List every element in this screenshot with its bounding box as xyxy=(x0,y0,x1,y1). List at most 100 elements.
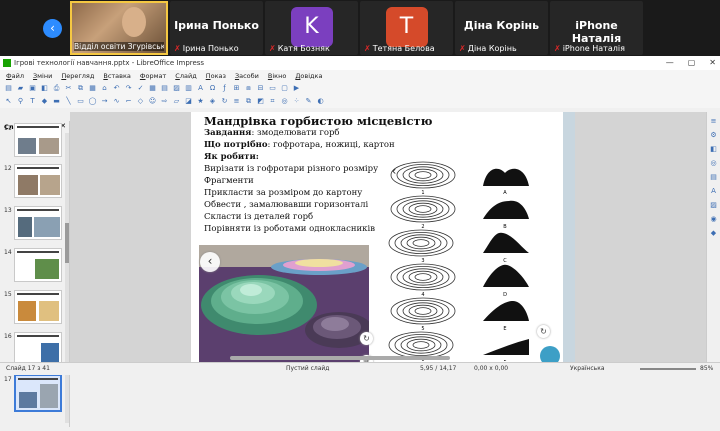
rotate-tool-icon[interactable]: ↻ xyxy=(537,325,550,338)
participant-tile[interactable]: Ірина Понько ✗ Ірина Понько xyxy=(170,1,263,55)
zoom-icon[interactable]: ⚲ xyxy=(16,97,25,106)
new-slide-icon[interactable]: ⊞ xyxy=(232,84,241,93)
zoom-level[interactable]: 85% xyxy=(700,363,713,375)
crop-icon[interactable]: ⌗ xyxy=(268,97,277,106)
menu-item[interactable]: Файл xyxy=(6,70,24,82)
participant-tile[interactable]: T ✗ Тетяна Белова xyxy=(360,1,453,55)
symbol-shapes-icon[interactable]: ☺ xyxy=(148,97,157,106)
menu-item[interactable]: Вікно xyxy=(268,70,286,82)
slide-thumbnail[interactable] xyxy=(14,123,62,157)
save-icon[interactable]: ▣ xyxy=(28,84,37,93)
styles-icon[interactable]: A xyxy=(709,187,718,196)
step-item[interactable]: Вирізати із гофротари різного розміру xyxy=(204,164,378,174)
flowchart-icon[interactable]: ▱ xyxy=(172,97,181,106)
image-icon[interactable]: ▨ xyxy=(172,84,181,93)
redo-icon[interactable]: ↷ xyxy=(124,84,133,93)
text-icon[interactable]: T xyxy=(28,97,37,106)
cut-icon[interactable]: ✂ xyxy=(64,84,73,93)
copy-icon[interactable]: ⧉ xyxy=(76,84,85,93)
spellcheck-icon[interactable]: ✓ xyxy=(136,84,145,93)
points-icon[interactable]: ⁘ xyxy=(292,97,301,106)
slide-thumbnail[interactable] xyxy=(14,290,62,324)
shadow-icon[interactable]: ◩ xyxy=(256,97,265,106)
step-item[interactable]: Обвести , замалювавши горизонталі xyxy=(204,200,368,210)
fill-color-icon[interactable]: ◆ xyxy=(40,97,49,106)
maximize-icon[interactable]: ▢ xyxy=(688,56,696,70)
diagram-prev-arrow[interactable]: ‹ xyxy=(384,162,404,182)
table-icon[interactable]: ▤ xyxy=(160,84,169,93)
language-indicator[interactable]: Українська xyxy=(570,363,605,375)
delete-slide-icon[interactable]: ⊟ xyxy=(256,84,265,93)
curve-icon[interactable]: ∿ xyxy=(112,97,121,106)
stars-icon[interactable]: ★ xyxy=(196,97,205,106)
rectangle-icon[interactable]: ▭ xyxy=(76,97,85,106)
grid-icon[interactable]: ▦ xyxy=(148,84,157,93)
print-icon[interactable]: ⎙ xyxy=(52,84,61,93)
glue-icon[interactable]: ✎ xyxy=(304,97,313,106)
slide-thumbnail[interactable] xyxy=(14,332,62,366)
open-folder-icon[interactable]: ▰ xyxy=(16,84,25,93)
panel-scrollbar[interactable] xyxy=(65,133,69,423)
slide-layout-icon[interactable]: ▭ xyxy=(268,84,277,93)
slide-thumbnail[interactable] xyxy=(14,248,62,282)
slide[interactable]: Мандрівка горбистою місцевістю Завдання:… xyxy=(191,112,575,362)
rotate-tool-icon[interactable]: ↻ xyxy=(360,332,373,345)
master-slides-icon[interactable]: ▤ xyxy=(709,173,718,182)
slide-title[interactable]: Мандрівка горбистою місцевістю xyxy=(204,114,432,128)
slide-thumbnail-selected[interactable] xyxy=(14,374,62,412)
panel-scroll-thumb[interactable] xyxy=(65,223,69,263)
export-pdf-icon[interactable]: ◧ xyxy=(40,84,49,93)
properties-icon[interactable]: ⚙ xyxy=(709,131,718,140)
menu-item[interactable]: Показ xyxy=(206,70,226,82)
shapes-icon[interactable]: ◆ xyxy=(709,229,718,238)
block-arrows-icon[interactable]: ⇨ xyxy=(160,97,169,106)
new-document-icon[interactable]: ▤ xyxy=(4,84,13,93)
arrow-icon[interactable]: → xyxy=(100,97,109,106)
menu-item[interactable]: Перегляд xyxy=(61,70,94,82)
zoom-slider[interactable] xyxy=(640,368,696,370)
menu-item[interactable]: Засоби xyxy=(235,70,259,82)
special-character-icon[interactable]: Ω xyxy=(208,84,217,93)
participant-tile[interactable]: Діна Корінь ✗ Діна Корінь xyxy=(455,1,548,55)
basic-shapes-icon[interactable]: ◇ xyxy=(136,97,145,106)
display-views-icon[interactable]: ▢ xyxy=(280,84,289,93)
image-prev-arrow[interactable]: ‹ xyxy=(200,252,220,272)
chart-icon[interactable]: ▥ xyxy=(184,84,193,93)
slide-transition-icon[interactable]: ◧ xyxy=(709,145,718,154)
clone-format-icon[interactable]: ⌂ xyxy=(100,84,109,93)
how-label[interactable]: Як робити: xyxy=(204,152,259,162)
menu-item[interactable]: Слайд xyxy=(175,70,196,82)
paste-icon[interactable]: ▦ xyxy=(88,84,97,93)
callouts-icon[interactable]: ◪ xyxy=(184,97,193,106)
fontwork-icon[interactable]: ƒ xyxy=(220,84,229,93)
minimize-icon[interactable]: — xyxy=(666,56,674,70)
step-item[interactable]: Порівняти із роботами однокласників xyxy=(204,224,375,234)
start-show-icon[interactable]: ▶ xyxy=(292,84,301,93)
arrange-icon[interactable]: ⧉ xyxy=(244,97,253,106)
slide-edit-area[interactable]: Мандрівка горбистою місцевістю Завдання:… xyxy=(70,112,706,362)
step-item[interactable]: Скласти із деталей горб xyxy=(204,212,313,222)
menu-item[interactable]: Вставка xyxy=(103,70,131,82)
hill-model-photo[interactable] xyxy=(199,245,369,362)
rotate-icon[interactable]: ↻ xyxy=(220,97,229,106)
task-line[interactable]: Завдання: змоделювати горб xyxy=(204,128,340,138)
textbox-icon[interactable]: A xyxy=(196,84,205,93)
slide-thumbnail[interactable] xyxy=(14,164,62,198)
step-item[interactable]: Прикласти за розміром до картону xyxy=(204,188,362,198)
previous-page-button[interactable]: ‹ xyxy=(43,19,62,38)
3d-objects-icon[interactable]: ◈ xyxy=(208,97,217,106)
duplicate-slide-icon[interactable]: ⧈ xyxy=(244,84,253,93)
line-color-icon[interactable]: ▬ xyxy=(52,97,61,106)
animation-icon[interactable]: ◎ xyxy=(709,159,718,168)
toggle-extrusion-icon[interactable]: ◐ xyxy=(316,97,325,106)
undo-icon[interactable]: ↶ xyxy=(112,84,121,93)
contour-diagram[interactable]: A1B2C3D4E5F6 xyxy=(387,161,545,362)
menu-item[interactable]: Зміни xyxy=(33,70,52,82)
navigator-icon[interactable]: ◉ xyxy=(709,215,718,224)
horizontal-scroll-thumb[interactable] xyxy=(230,356,450,360)
step-item[interactable]: Фрагменти xyxy=(204,176,254,186)
select-icon[interactable]: ↖ xyxy=(4,97,13,106)
filter-icon[interactable]: ◎ xyxy=(280,97,289,106)
line-icon[interactable]: ╲ xyxy=(64,97,73,106)
align-icon[interactable]: ≡ xyxy=(232,97,241,106)
